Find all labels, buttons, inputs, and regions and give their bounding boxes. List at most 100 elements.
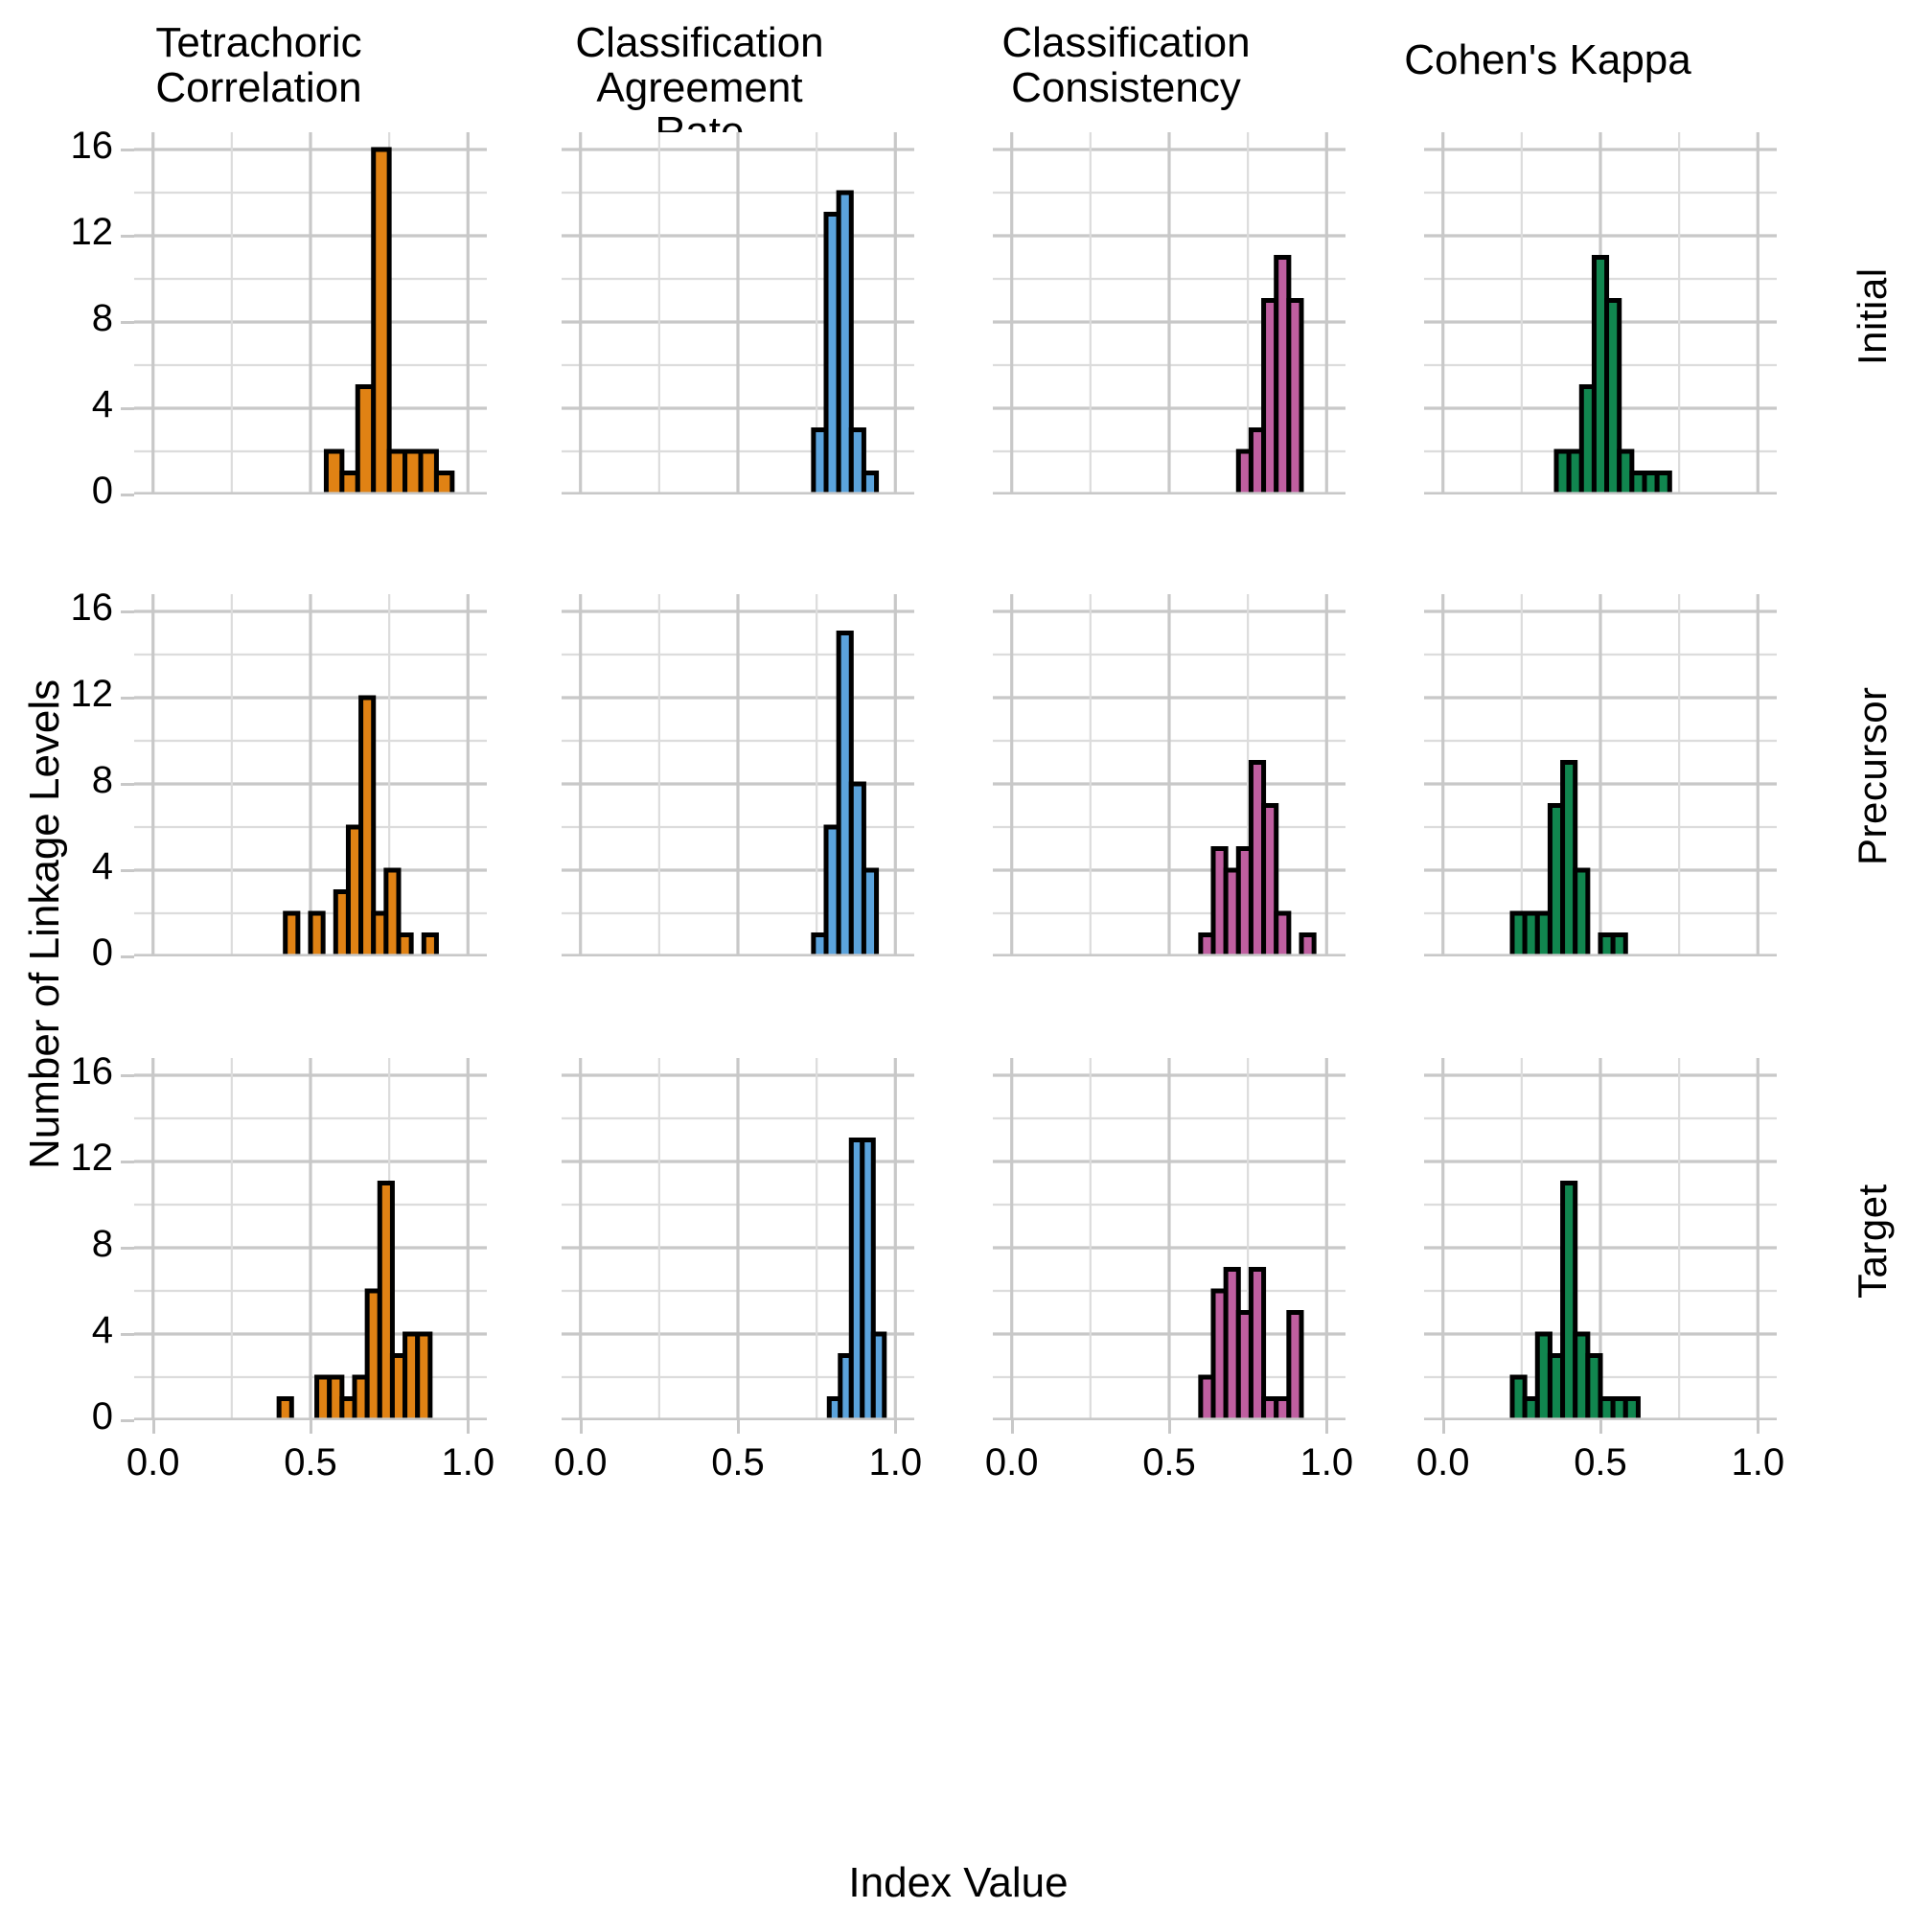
x-tick-mark <box>151 1420 155 1434</box>
histogram-bar <box>415 1331 433 1420</box>
panel-canvas <box>562 1058 914 1420</box>
y-tick-mark <box>121 149 134 151</box>
x-tick-mark <box>737 1420 740 1434</box>
histogram-bar <box>421 932 439 956</box>
x-tick-mark <box>894 1420 898 1434</box>
panel-target-classification-agreement-rate <box>562 1058 914 1420</box>
panel-target-classification-consistency <box>993 1058 1346 1420</box>
y-tick-label: 8 <box>91 1223 113 1265</box>
y-tick-mark <box>121 321 134 324</box>
panel-canvas <box>993 132 1346 494</box>
y-tick-mark <box>121 955 134 958</box>
row-strip-initial: Initial <box>1850 267 1895 365</box>
panel-target-tetrachoric-correlation <box>134 1058 487 1420</box>
histogram-bar <box>371 147 392 494</box>
histogram-bar <box>1654 471 1672 494</box>
y-tick-label: 0 <box>91 1395 113 1438</box>
histogram-bar <box>1610 932 1628 956</box>
x-tick-label: 0.5 <box>284 1441 337 1484</box>
x-tick-label: 0.5 <box>1142 1441 1196 1484</box>
x-tick-label: 1.0 <box>868 1441 923 1484</box>
y-tick-label: 16 <box>70 586 114 629</box>
y-tick-label: 8 <box>91 297 113 339</box>
histogram-bar <box>433 471 455 494</box>
y-tick-label: 12 <box>70 211 114 253</box>
y-tick-label: 0 <box>91 932 113 974</box>
histogram-bar <box>308 910 326 956</box>
x-tick-mark <box>1757 1420 1760 1434</box>
x-tick-mark <box>1168 1420 1171 1434</box>
x-tick-mark <box>1010 1420 1014 1434</box>
histogram-bar <box>1286 298 1304 494</box>
panel-canvas <box>562 594 914 956</box>
panel-initial-classification-consistency <box>993 132 1346 494</box>
y-tick-mark <box>121 1247 134 1250</box>
x-axis-title: Index Value <box>848 1859 1069 1906</box>
histogram-bar <box>283 910 301 956</box>
y-tick-mark <box>121 1161 134 1163</box>
x-tick-mark <box>310 1420 312 1434</box>
panel-canvas <box>134 1058 487 1420</box>
y-tick-label: 12 <box>70 1137 114 1179</box>
panel-canvas <box>993 1058 1346 1420</box>
panel-canvas <box>134 594 487 956</box>
x-tick-mark <box>1325 1420 1329 1434</box>
y-tick-mark <box>121 610 134 613</box>
x-tick-label: 0.0 <box>126 1441 180 1484</box>
y-tick-label: 4 <box>91 1309 113 1351</box>
histogram-bar <box>396 932 414 956</box>
y-tick-mark <box>121 1419 134 1422</box>
column-title-consistency: Classification Consistency <box>1001 19 1251 111</box>
row-strip-target: Target <box>1850 1184 1895 1299</box>
row-strip-precursor: Precursor <box>1850 686 1895 866</box>
panel-initial-classification-agreement-rate <box>562 132 914 494</box>
x-tick-label: 0.5 <box>711 1441 765 1484</box>
column-title-kappa: Cohen's Kappa <box>1404 36 1691 83</box>
panel-canvas <box>134 132 487 494</box>
panel-precursor-cohen-s-kappa <box>1424 594 1777 956</box>
panel-canvas <box>1424 1058 1777 1420</box>
panel-canvas <box>1424 594 1777 956</box>
x-tick-mark <box>467 1420 471 1434</box>
histogram-bar <box>1299 932 1317 956</box>
panel-initial-tetrachoric-correlation <box>134 132 487 494</box>
y-tick-label: 8 <box>91 759 113 801</box>
figure-root: Tetrachoric Correlation Classification A… <box>0 0 1932 1932</box>
column-title-tetrachoric: Tetrachoric Correlation <box>155 19 362 111</box>
y-tick-mark <box>121 783 134 786</box>
panel-canvas <box>993 594 1346 956</box>
histogram-bar <box>1573 867 1591 956</box>
x-tick-label: 0.5 <box>1574 1441 1627 1484</box>
x-tick-label: 0.0 <box>553 1441 608 1484</box>
y-tick-label: 4 <box>91 845 113 887</box>
panel-target-cohen-s-kappa <box>1424 1058 1777 1420</box>
x-tick-label: 0.0 <box>1415 1441 1470 1484</box>
x-tick-label: 1.0 <box>1731 1441 1785 1484</box>
y-tick-mark <box>121 1074 134 1077</box>
histogram-bar <box>276 1396 294 1420</box>
panel-canvas <box>1424 132 1777 494</box>
panel-initial-cohen-s-kappa <box>1424 132 1777 494</box>
panel-precursor-classification-agreement-rate <box>562 594 914 956</box>
panel-canvas <box>562 132 914 494</box>
histogram-bar <box>1286 1310 1304 1420</box>
y-tick-label: 4 <box>91 383 113 426</box>
y-tick-mark <box>121 1333 134 1336</box>
y-tick-label: 12 <box>70 673 114 715</box>
y-tick-label: 16 <box>70 1050 114 1092</box>
y-tick-mark <box>121 697 134 700</box>
y-tick-mark <box>121 869 134 872</box>
panel-precursor-tetrachoric-correlation <box>134 594 487 956</box>
histogram-bar <box>861 471 880 494</box>
y-tick-mark <box>121 235 134 238</box>
histogram-bar <box>861 867 880 956</box>
y-tick-mark <box>121 494 134 496</box>
histogram-bar <box>1622 1396 1641 1420</box>
y-tick-mark <box>121 407 134 410</box>
histogram-bar <box>870 1331 887 1420</box>
panel-precursor-classification-consistency <box>993 594 1346 956</box>
y-tick-label: 16 <box>70 125 114 167</box>
histogram-bar <box>1274 910 1292 956</box>
x-tick-label: 1.0 <box>1300 1441 1354 1484</box>
y-tick-label: 0 <box>91 470 113 512</box>
